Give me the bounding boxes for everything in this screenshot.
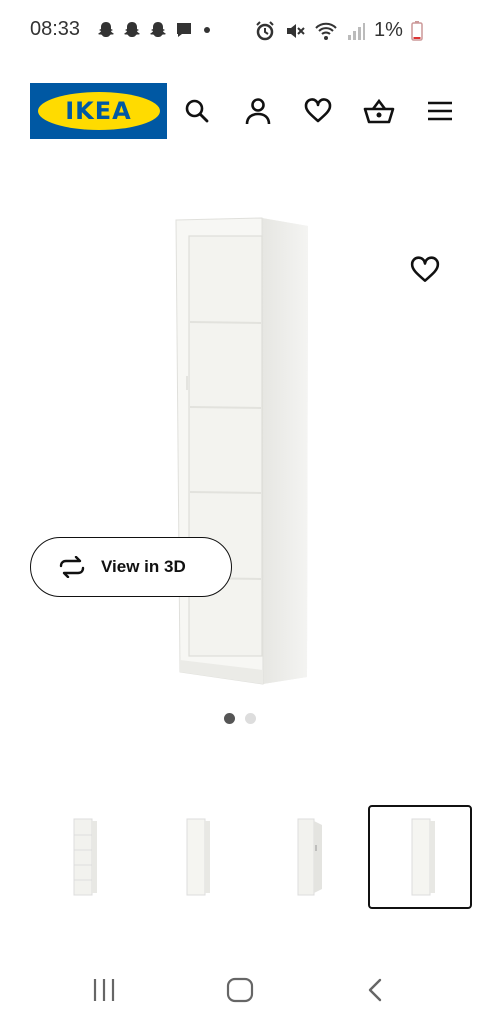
carousel-indicator — [224, 713, 256, 724]
thumbnail-strip — [30, 805, 473, 909]
favourites-button[interactable] — [304, 97, 332, 125]
message-icon — [177, 23, 191, 37]
menu-button[interactable] — [426, 97, 454, 125]
wifi-icon — [315, 22, 337, 40]
menu-icon — [428, 101, 452, 121]
dot-icon — [204, 27, 210, 33]
ikea-logo[interactable]: IKEA — [30, 83, 167, 139]
heart-icon — [410, 256, 440, 282]
search-icon — [185, 99, 209, 123]
system-icons: 1% — [254, 19, 423, 42]
thumbnail-image — [186, 818, 210, 896]
back-button[interactable] — [358, 972, 394, 1008]
view-in-3d-label: View in 3D — [101, 557, 186, 576]
snapchat-icon — [150, 22, 166, 37]
recent-apps-icon — [93, 979, 115, 1001]
mute-icon — [287, 23, 305, 38]
home-icon — [226, 977, 254, 1003]
notification-icons — [96, 20, 214, 40]
site-header: IKEA — [0, 80, 485, 142]
basket-icon — [363, 98, 395, 124]
thumbnail-4[interactable] — [368, 805, 472, 909]
thumbnail-1[interactable] — [30, 805, 134, 909]
status-bar: 08:33 1% — [0, 0, 485, 60]
snapchat-icon — [124, 22, 140, 37]
battery-icon — [411, 20, 423, 41]
basket-button[interactable] — [363, 97, 395, 125]
thumbnail-2[interactable] — [143, 805, 247, 909]
thumbnail-image — [297, 818, 322, 896]
alarm-icon — [256, 20, 274, 40]
view-in-3d-button[interactable]: View in 3D — [30, 537, 232, 597]
status-time: 08:33 — [30, 18, 81, 40]
system-nav-bar — [0, 960, 485, 1020]
rotate-3d-icon — [59, 556, 85, 578]
logo-text: IKEA — [65, 97, 132, 125]
thumbnail-image — [411, 818, 435, 896]
thumbnail-image — [73, 818, 97, 896]
snapchat-icon — [98, 22, 114, 37]
search-button[interactable] — [183, 97, 211, 125]
thumbnail-3[interactable] — [256, 805, 360, 909]
account-icon — [245, 98, 271, 125]
signal-icon — [348, 22, 365, 40]
carousel-dot[interactable] — [245, 713, 256, 724]
home-button[interactable] — [222, 972, 258, 1008]
add-to-favourites-button[interactable] — [410, 255, 440, 285]
battery-percent: 1% — [374, 19, 403, 41]
recent-apps-button[interactable] — [86, 972, 122, 1008]
heart-icon — [304, 98, 332, 123]
back-icon — [368, 978, 382, 1002]
logo-oval: IKEA — [37, 92, 160, 130]
carousel-dot-active[interactable] — [224, 713, 235, 724]
account-button[interactable] — [244, 97, 272, 125]
